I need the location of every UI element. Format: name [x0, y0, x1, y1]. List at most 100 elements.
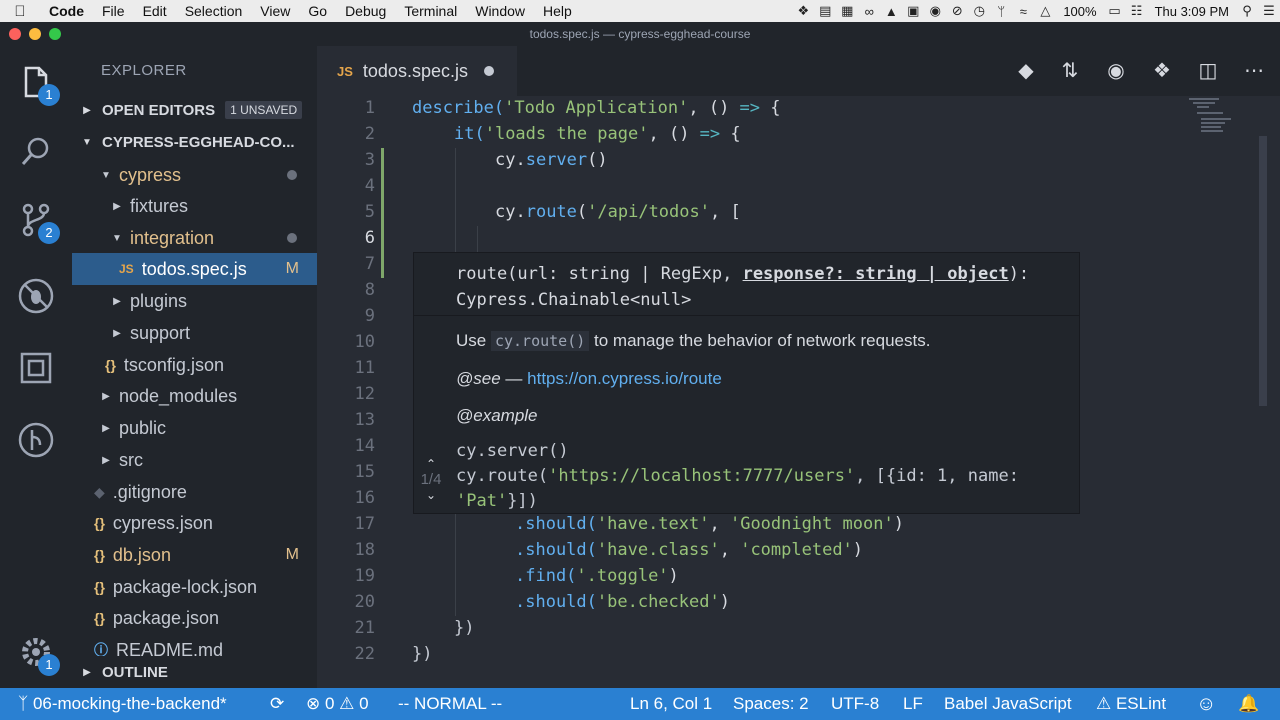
eslint-status[interactable]: ⚠ ESLint [1096, 688, 1166, 720]
tree-item-todos-spec[interactable]: JS todos.spec.js M [72, 253, 317, 285]
overload-counter: 1/4 [420, 471, 442, 488]
wifi-icon[interactable]: ≈ [1012, 4, 1034, 19]
menubar-clock[interactable]: Thu 3:09 PM [1148, 4, 1236, 19]
tree-item-label: .gitignore [112, 481, 187, 502]
more-actions-icon[interactable]: ⋯ [1241, 58, 1267, 84]
vertical-scrollbar[interactable] [1259, 136, 1267, 406]
language-mode[interactable]: Babel JavaScript [944, 688, 1072, 720]
line-number: 11 [354, 358, 375, 378]
chevron-down-icon: ▼ [82, 136, 92, 148]
debug-icon[interactable] [14, 274, 58, 318]
tree-item-support[interactable]: ▶ support [72, 317, 317, 349]
menu-file[interactable]: File [93, 3, 134, 19]
open-editors-section[interactable]: ▶ OPEN EDITORS 1 UNSAVED [72, 94, 317, 126]
chevron-right-icon: ▶ [113, 327, 121, 339]
modified-dot [287, 233, 297, 243]
menu-edit[interactable]: Edit [134, 3, 176, 19]
menu-debug[interactable]: Debug [336, 3, 395, 19]
tree-item-label: package.json [112, 607, 219, 628]
spotlight-search-icon[interactable]: ⚲ [1236, 3, 1258, 19]
notifications-bell-icon[interactable]: 🔔 [1238, 688, 1259, 720]
code-line-2: it('loads the page', () => { [454, 124, 741, 144]
window-title-bar: todos.spec.js — cypress-egghead-course [0, 22, 1280, 46]
outline-section[interactable]: ▶ OUTLINE [72, 656, 317, 688]
tree-item-cypress-json[interactable]: {} cypress.json [72, 507, 317, 539]
tree-item-package-json[interactable]: {} package.json [72, 602, 317, 634]
project-section[interactable]: ▼ CYPRESS-EGGHEAD-CO... [72, 126, 317, 158]
tree-item-label: db.json [112, 544, 171, 565]
menu-app-name[interactable]: Code [40, 3, 93, 19]
branch-indicator[interactable]: ᛉ 06-mocking-the-backend* [18, 688, 227, 720]
menu-view[interactable]: View [251, 3, 299, 19]
line-number: 20 [354, 592, 375, 612]
line-ending[interactable]: LF [903, 688, 923, 720]
cursor-position[interactable]: Ln 6, Col 1 [630, 688, 712, 720]
window-title: todos.spec.js — cypress-egghead-course [529, 27, 751, 41]
chevron-right-icon: ▶ [102, 454, 110, 466]
grid-icon[interactable]: ▦ [836, 3, 858, 19]
search-icon[interactable] [14, 130, 58, 174]
chevron-up-icon[interactable]: ⌃ [416, 457, 446, 471]
preview-eye-icon[interactable]: ◉ [1103, 58, 1129, 84]
monitor-icon[interactable]: ▣ [902, 3, 924, 19]
tree-item-integration[interactable]: ▼ integration [72, 222, 317, 254]
tree-item-node-modules[interactable]: ▶ node_modules [72, 380, 317, 412]
git-graph-icon[interactable] [14, 418, 58, 462]
tree-item-package-lock[interactable]: {} package-lock.json [72, 571, 317, 603]
tree-item-tsconfig[interactable]: {} tsconfig.json [72, 349, 317, 381]
tree-item-fixtures[interactable]: ▶ fixtures [72, 190, 317, 222]
unsaved-dot-icon[interactable] [483, 66, 494, 76]
zoom-window-button[interactable] [49, 28, 61, 40]
battery-percent: 100% [1063, 3, 1097, 19]
menu-go[interactable]: Go [299, 3, 336, 19]
tree-item-public[interactable]: ▶ public [72, 412, 317, 444]
tree-item-db-json[interactable]: {} db.json M [72, 539, 317, 571]
explorer-icon[interactable]: 1 [14, 60, 60, 106]
calendar-icon[interactable]: ☷ [1126, 3, 1148, 19]
tree-item-src[interactable]: ▶ src [72, 444, 317, 476]
source-control-icon[interactable]: 2 [14, 198, 60, 244]
elephant-icon[interactable]: ◉ [924, 3, 946, 19]
close-window-button[interactable] [9, 28, 21, 40]
tree-item-gitignore[interactable]: ◆ .gitignore [72, 476, 317, 508]
minimap[interactable] [1187, 96, 1247, 136]
pull-request-icon[interactable]: ⇅ [1057, 58, 1083, 84]
menu-terminal[interactable]: Terminal [395, 3, 466, 19]
dropbox-icon[interactable]: ❖ [792, 3, 814, 19]
link-icon[interactable]: ∞ [858, 4, 880, 19]
menu-selection[interactable]: Selection [176, 3, 252, 19]
chevron-down-icon[interactable]: ⌄ [416, 488, 446, 502]
feedback-smiley-icon[interactable]: ☺ [1196, 688, 1216, 720]
sync-icon[interactable]: ⟳ [270, 688, 284, 720]
menu-help[interactable]: Help [534, 3, 581, 19]
minimize-window-button[interactable] [29, 28, 41, 40]
hat-icon[interactable]: ▲ [880, 4, 902, 19]
settings-gear-icon[interactable]: 1 [14, 630, 60, 676]
gutter-added-indicator [381, 148, 384, 278]
extensions-icon[interactable] [14, 346, 58, 390]
tree-item-plugins[interactable]: ▶ plugins [72, 285, 317, 317]
indentation[interactable]: Spaces: 2 [733, 688, 809, 720]
apple-icon[interactable]:  [0, 3, 40, 20]
tree-item-label: src [119, 449, 143, 470]
tree-item-label: node_modules [119, 385, 238, 406]
encoding[interactable]: UTF-8 [831, 688, 879, 720]
git-branch-diamond-icon[interactable]: ❖ [1149, 58, 1175, 84]
clipboard-icon[interactable]: ▤ [814, 3, 836, 19]
doc-link[interactable]: https://on.cypress.io/route [527, 369, 722, 388]
code-line-21: }) [454, 618, 475, 638]
menu-window[interactable]: Window [466, 3, 534, 19]
time-machine-icon[interactable]: ◷ [968, 3, 990, 19]
tab-todos-spec[interactable]: JS todos.spec.js [317, 46, 517, 96]
git-compare-icon[interactable]: ◆ [1013, 58, 1039, 84]
tree-item-cypress[interactable]: ▼ cypress [72, 159, 317, 191]
battery-icon[interactable]: ▭ [1104, 3, 1126, 19]
code-line-1: describe('Todo Application', () => { [412, 98, 781, 118]
problems-indicator[interactable]: ⊗ 0 ⚠ 0 [306, 688, 369, 720]
chevron-right-icon: ▶ [83, 104, 91, 116]
airplay-icon[interactable]: △ [1034, 3, 1056, 19]
notification-center-icon[interactable]: ☰ [1258, 3, 1280, 19]
bluetooth-icon[interactable]: ᛘ [990, 4, 1012, 19]
split-editor-icon[interactable]: ◫ [1195, 58, 1221, 84]
no-entry-icon[interactable]: ⊘ [946, 3, 968, 19]
